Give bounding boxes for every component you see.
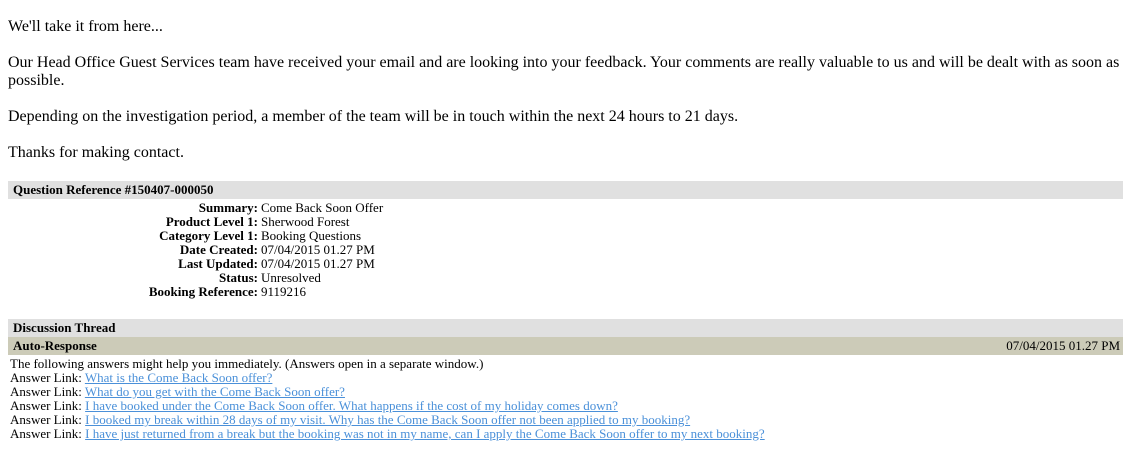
auto-response-header: Auto-Response 07/04/2015 01.27 PM	[8, 337, 1123, 355]
answer-link-row: Answer Link: What do you get with the Co…	[10, 385, 765, 399]
intro-section: We'll take it from here... Our Head Offi…	[8, 18, 1126, 180]
intro-paragraph-timeframe: Depending on the investigation period, a…	[8, 108, 739, 125]
answer-link-cost-comes-down[interactable]: I have booked under the Come Back Soon o…	[85, 398, 618, 413]
detail-row-product-level: Product Level 1: Sherwood Forest	[8, 215, 383, 229]
auto-response-intro: The following answers might help you imm…	[10, 356, 484, 371]
detail-row-date-created: Date Created: 07/04/2015 01.27 PM	[8, 243, 383, 257]
detail-row-summary: Summary: Come Back Soon Offer	[8, 201, 383, 215]
answer-link-label: Answer Link:	[10, 398, 82, 413]
detail-label: Summary:	[198, 200, 258, 215]
answer-link-row: Answer Link: What is the Come Back Soon …	[10, 371, 765, 385]
detail-value: Sherwood Forest	[261, 214, 350, 229]
detail-row-booking-reference: Booking Reference: 9119216	[8, 285, 383, 299]
answer-link-what-is-offer[interactable]: What is the Come Back Soon offer?	[85, 370, 273, 385]
detail-label: Booking Reference:	[148, 284, 258, 299]
detail-value: 07/04/2015 01.27 PM	[261, 242, 375, 257]
intro-paragraph-received: Our Head Office Guest Services team have…	[8, 54, 1120, 89]
detail-label: Status:	[218, 270, 258, 285]
answer-link-what-you-get[interactable]: What do you get with the Come Back Soon …	[85, 384, 345, 399]
answer-link-not-in-my-name[interactable]: I have just returned from a break but th…	[85, 426, 765, 441]
detail-label: Category Level 1:	[159, 228, 258, 243]
question-details: Summary: Come Back Soon Offer Product Le…	[8, 201, 383, 299]
answer-link-row: Answer Link: I booked my break within 28…	[10, 413, 765, 427]
answer-link-label: Answer Link:	[10, 384, 82, 399]
answer-link-label: Answer Link:	[10, 370, 82, 385]
answer-link-label: Answer Link:	[10, 426, 82, 441]
answer-link-within-28-days[interactable]: I booked my break within 28 days of my v…	[85, 412, 690, 427]
detail-row-status: Status: Unresolved	[8, 271, 383, 285]
status-value: Unresolved	[261, 270, 321, 285]
detail-value: Come Back Soon Offer	[261, 200, 384, 215]
detail-value: Booking Questions	[261, 228, 362, 243]
detail-row-category-level: Category Level 1: Booking Questions	[8, 229, 383, 243]
detail-row-last-updated: Last Updated: 07/04/2015 01.27 PM	[8, 257, 383, 271]
detail-label: Date Created:	[179, 242, 258, 257]
detail-label: Last Updated:	[178, 256, 258, 271]
detail-value: 9119216	[261, 284, 307, 299]
auto-response-body: The following answers might help you imm…	[10, 357, 765, 441]
detail-value: 07/04/2015 01.27 PM	[261, 256, 375, 271]
answer-link-row: Answer Link: I have booked under the Com…	[10, 399, 765, 413]
auto-response-date: 07/04/2015 01.27 PM	[1006, 338, 1120, 353]
auto-response-title: Auto-Response	[13, 338, 97, 353]
detail-label: Product Level 1:	[165, 214, 258, 229]
intro-heading: We'll take it from here...	[8, 18, 163, 35]
answer-link-row: Answer Link: I have just returned from a…	[10, 427, 765, 441]
discussion-thread-header: Discussion Thread	[8, 319, 1123, 337]
question-reference-header: Question Reference #150407-000050	[8, 181, 1123, 199]
intro-paragraph-thanks: Thanks for making contact.	[8, 144, 184, 161]
answer-link-label: Answer Link:	[10, 412, 82, 427]
